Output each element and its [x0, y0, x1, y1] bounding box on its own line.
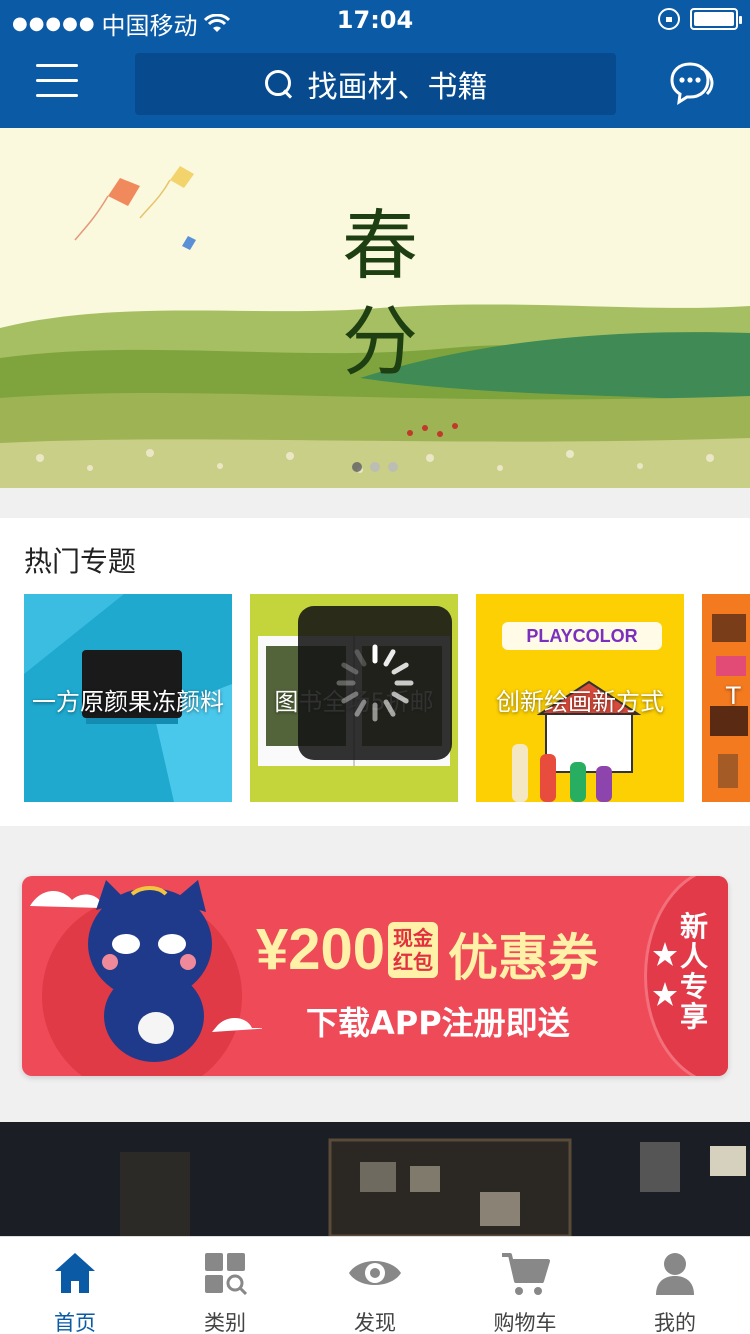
chat-icon[interactable]	[668, 60, 716, 106]
home-icon	[55, 1253, 95, 1293]
top-nav: 找画材、书籍	[0, 40, 750, 128]
coupon-section: ¥200 现金 红包 优惠券 下载APP注册即送 新人专享	[0, 826, 750, 1122]
tile-label: 创新绘画新方式	[496, 688, 664, 716]
topic-tile-more[interactable]: T	[702, 594, 750, 802]
status-bar: ●●●●● 中国移动 17:04	[0, 0, 750, 40]
tab-home[interactable]: 首页	[0, 1237, 150, 1334]
tab-profile[interactable]: 我的	[600, 1237, 750, 1334]
tag-line2: 红包	[393, 950, 433, 974]
cart-icon	[502, 1253, 550, 1295]
tag-line1: 现金	[393, 926, 433, 950]
banner-pager	[352, 462, 398, 472]
banner-title: 春 分	[340, 198, 420, 390]
newcomer-text: 新人专享	[679, 910, 708, 1033]
coupon-banner[interactable]: ¥200 现金 红包 优惠券 下载APP注册即送 新人专享	[22, 876, 728, 1076]
pager-dot	[388, 462, 398, 472]
pager-dot	[352, 462, 362, 472]
studio-photo	[0, 1122, 750, 1236]
tab-label: 类别	[204, 1311, 246, 1334]
search-placeholder: 找画材、书籍	[307, 70, 488, 105]
eye-icon	[349, 1261, 401, 1285]
tile-label: 一方原颜果冻颜料	[32, 688, 224, 716]
banner-title-line2: 分	[342, 297, 418, 386]
battery-fill	[694, 12, 734, 26]
hamburger-icon[interactable]	[36, 64, 78, 100]
brand-logo-text: PLAYCOLOR	[526, 626, 638, 646]
battery-icon	[690, 8, 742, 30]
coupon-subtitle: 下载APP注册即送	[306, 1004, 570, 1042]
tab-label: 我的	[654, 1311, 696, 1334]
loading-spinner	[298, 606, 452, 760]
tab-cart[interactable]: 购物车	[450, 1237, 600, 1334]
rotation-lock-icon	[658, 8, 680, 30]
hero-banner[interactable]: 春 分	[0, 128, 750, 488]
coupon-amount: ¥200	[256, 917, 386, 982]
tile-label: T	[726, 682, 741, 710]
category-icon	[205, 1253, 247, 1295]
topic-tile-playcolor[interactable]: PLAYCOLOR 创新绘画新方式	[476, 594, 684, 802]
section-title: 热门专题	[24, 545, 137, 578]
pager-dot	[370, 462, 380, 472]
clock: 17:04	[336, 6, 414, 34]
cat-mascot-icon	[30, 880, 262, 1076]
search-bar[interactable]: 找画材、书籍	[135, 53, 616, 115]
cash-redpacket-tag: 现金 红包	[388, 922, 438, 978]
user-icon	[656, 1253, 694, 1295]
tab-label: 发现	[354, 1311, 396, 1334]
coupon-word: 优惠券	[448, 929, 598, 987]
feature-photo[interactable]	[0, 1122, 750, 1236]
tab-discover[interactable]: 发现	[300, 1237, 450, 1334]
status-right	[658, 8, 742, 30]
tab-label: 购物车	[493, 1311, 557, 1334]
spinner-icon	[336, 644, 414, 722]
search-icon	[264, 69, 294, 99]
tab-label: 首页	[54, 1311, 96, 1334]
tab-category[interactable]: 类别	[150, 1237, 300, 1334]
bottom-tab-bar: 首页 类别 发现 购物车 我的	[0, 1236, 750, 1334]
topic-tile-jelly-paint[interactable]: 一方原颜果冻颜料	[24, 594, 232, 802]
banner-title-line1: 春	[342, 201, 418, 290]
